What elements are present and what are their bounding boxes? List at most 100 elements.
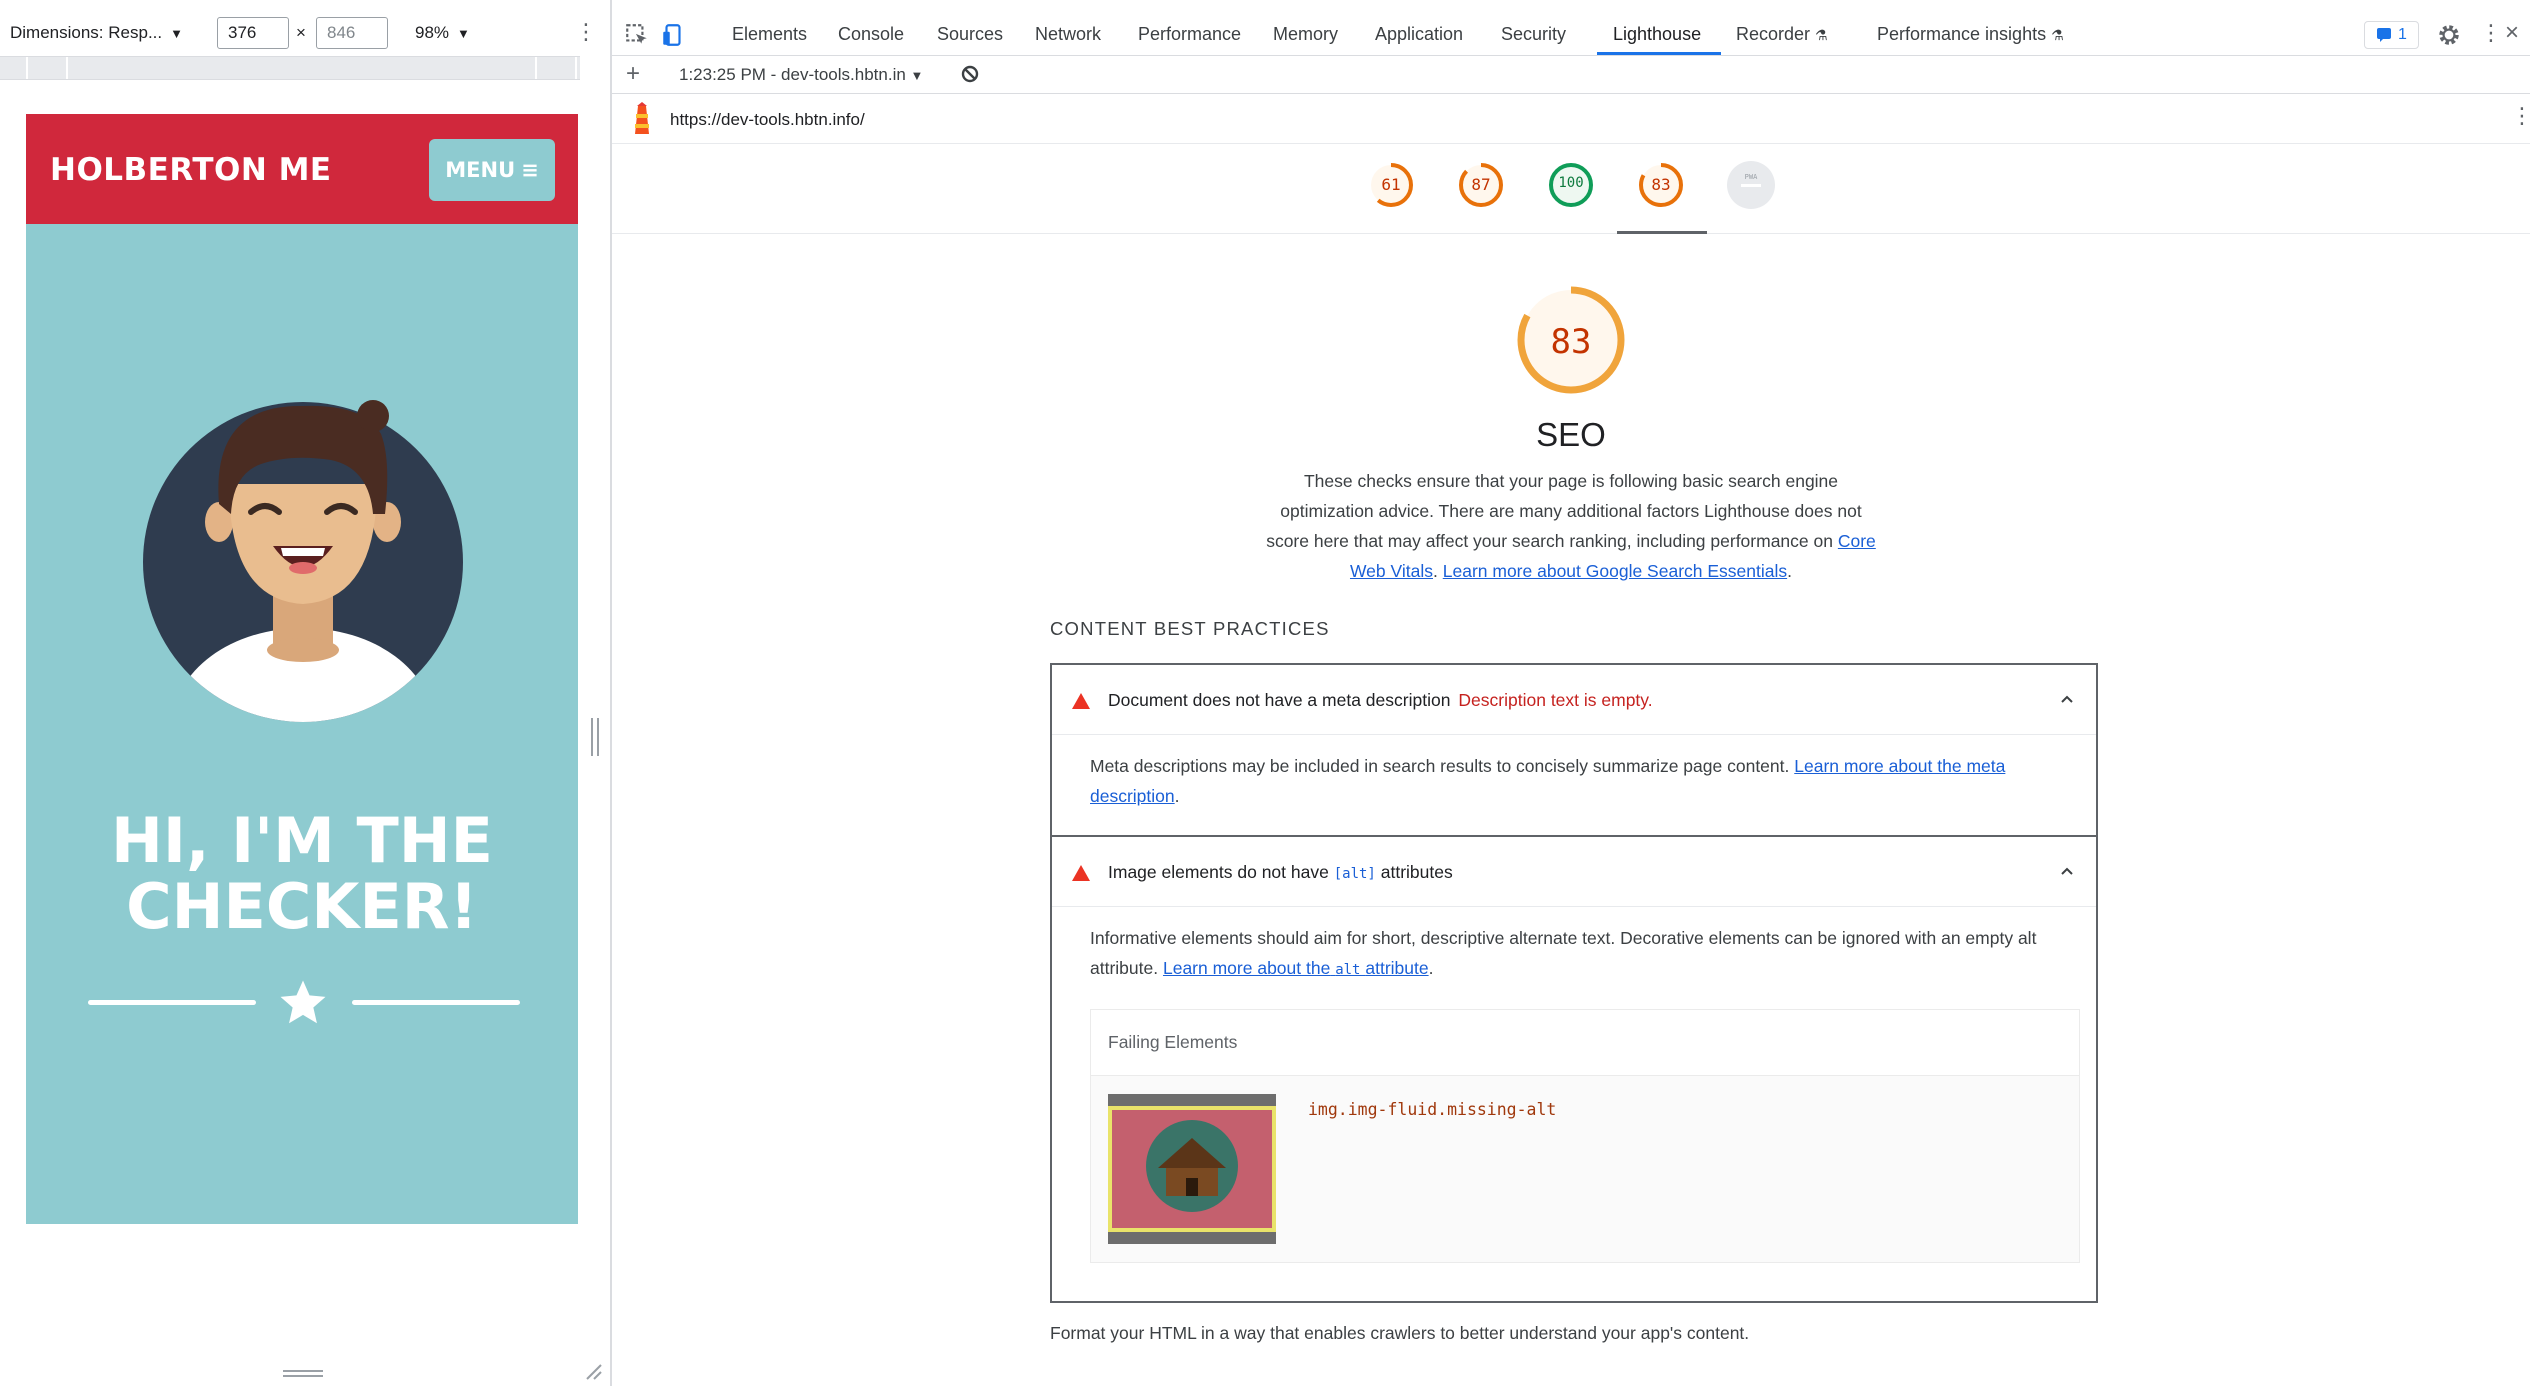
tab-lighthouse[interactable]: Lighthouse bbox=[1613, 24, 1701, 45]
audit-header[interactable]: Document does not have a meta descriptio… bbox=[1052, 665, 2096, 735]
gauge-best-practices[interactable]: 100 bbox=[1546, 160, 1596, 210]
active-tab-indicator bbox=[1597, 52, 1721, 55]
device-toolbar-toggle-icon[interactable] bbox=[660, 22, 686, 48]
report-select-label: 1:23:25 PM - dev-tools.hbtn.in bbox=[679, 65, 906, 84]
link-end: . bbox=[1174, 786, 1180, 806]
menu-button[interactable]: MENU ≡ bbox=[429, 139, 555, 201]
width-resize-handle[interactable] bbox=[591, 718, 599, 756]
seo-score: 83 bbox=[1550, 322, 1592, 362]
link-code: alt bbox=[1335, 962, 1361, 978]
ruler-segment[interactable] bbox=[66, 57, 68, 79]
site-logo[interactable]: HOLBERTON ME bbox=[50, 152, 332, 188]
audit-description: Informative elements should aim for shor… bbox=[1090, 923, 2080, 985]
fail-triangle-icon bbox=[1072, 693, 1090, 709]
gear-icon[interactable] bbox=[2436, 22, 2462, 48]
more-options-icon[interactable]: ⋮ bbox=[2480, 20, 2502, 46]
pwa-badge-icon bbox=[1727, 161, 1775, 209]
issues-icon bbox=[2377, 28, 2392, 42]
gauge-score: 100 bbox=[1558, 175, 1584, 191]
media-query-ruler[interactable] bbox=[0, 56, 580, 80]
hero-title-line-2: CHECKER! bbox=[126, 870, 478, 943]
ruler-segment[interactable] bbox=[575, 57, 577, 79]
divider-line bbox=[88, 1000, 256, 1005]
tab-performance-insights-label: Performance insights bbox=[1877, 24, 2047, 44]
search-essentials-link[interactable]: Learn more about Google Search Essential… bbox=[1443, 561, 1787, 581]
add-report-icon[interactable]: + bbox=[626, 60, 640, 88]
width-input[interactable] bbox=[217, 17, 289, 49]
chevron-up-icon[interactable] bbox=[2058, 691, 2076, 709]
tab-application[interactable]: Application bbox=[1375, 24, 1463, 45]
star-icon bbox=[280, 980, 326, 1024]
dropdown-caret-icon: ▼ bbox=[910, 68, 924, 83]
hero-title: HI, I'M THE CHECKER! bbox=[26, 808, 578, 940]
tab-security[interactable]: Security bbox=[1501, 24, 1566, 45]
lighthouse-report-bar: + 1:23:25 PM - dev-tools.hbtn.in ▼ bbox=[612, 56, 2530, 94]
avatar bbox=[143, 400, 463, 722]
zoom-select[interactable]: 98% ▼ bbox=[415, 23, 470, 43]
report-select[interactable]: 1:23:25 PM - dev-tools.hbtn.in ▼ bbox=[679, 65, 923, 85]
device-toolbar: Dimensions: Resp... ▼ × 98% ▼ ⋮ bbox=[0, 15, 610, 53]
active-gauge-indicator bbox=[1617, 231, 1707, 234]
audit-title-text: attributes bbox=[1380, 862, 1453, 882]
zoom-label: 98% bbox=[415, 23, 450, 42]
failing-element-thumbnail[interactable] bbox=[1108, 1094, 1276, 1244]
tab-elements[interactable]: Elements bbox=[732, 24, 807, 45]
audit-group-footer: Format your HTML in a way that enables c… bbox=[1050, 1323, 1750, 1343]
failing-elements-label: Failing Elements bbox=[1108, 1032, 1238, 1052]
link-text: attribute bbox=[1365, 958, 1429, 978]
learn-more-alt-link[interactable]: Learn more about the alt attribute bbox=[1163, 958, 1429, 978]
tab-console[interactable]: Console bbox=[838, 24, 904, 45]
tab-memory[interactable]: Memory bbox=[1273, 24, 1338, 45]
issues-badge[interactable]: 1 bbox=[2364, 21, 2419, 49]
dropdown-caret-icon: ▼ bbox=[170, 25, 183, 41]
dimension-separator: × bbox=[296, 23, 306, 42]
category-title: SEO bbox=[1536, 416, 1606, 453]
audit-title: Image elements do not have [alt] attribu… bbox=[1108, 862, 1453, 883]
chevron-up-icon[interactable] bbox=[2058, 863, 2076, 881]
failing-elements-header: Failing Elements bbox=[1091, 1010, 2079, 1076]
emulated-site-viewport: HOLBERTON ME MENU ≡ HI, I'M THE CHECKER! bbox=[26, 114, 578, 1358]
audit-header[interactable]: Image elements do not have [alt] attribu… bbox=[1052, 837, 2096, 907]
lighthouse-logo-icon bbox=[635, 102, 649, 134]
audit-title-text: Image elements do not have bbox=[1108, 862, 1329, 882]
report-options-icon[interactable]: ⋮ bbox=[2511, 103, 2530, 129]
dropdown-caret-icon: ▼ bbox=[457, 25, 470, 41]
link-separator: . bbox=[1433, 561, 1438, 581]
tab-performance-insights[interactable]: Performance insights ⚗ bbox=[1877, 24, 2064, 45]
divider-line bbox=[352, 1000, 520, 1005]
site-header: HOLBERTON ME MENU ≡ bbox=[26, 114, 578, 224]
devtools-panel: Elements Console Sources Network Perform… bbox=[612, 0, 2530, 1386]
gauge-score: PWA bbox=[1744, 173, 1758, 181]
gauge-performance[interactable]: 61 bbox=[1366, 160, 1416, 210]
audit-meta-description: Document does not have a meta descriptio… bbox=[1050, 663, 2098, 837]
gauge-score: 87 bbox=[1471, 175, 1491, 194]
close-icon[interactable]: × bbox=[2505, 19, 2519, 47]
failing-element-selector[interactable]: img.img-fluid.missing-alt bbox=[1308, 1100, 1556, 1119]
experiment-flask-icon: ⚗ bbox=[1815, 27, 1828, 43]
link-end: . bbox=[1787, 561, 1792, 581]
gauge-seo[interactable]: 83 bbox=[1636, 160, 1686, 210]
ruler-segment[interactable] bbox=[535, 57, 537, 79]
gauge-accessibility[interactable]: 87 bbox=[1456, 160, 1506, 210]
clear-icon[interactable] bbox=[960, 64, 980, 84]
fail-triangle-icon bbox=[1072, 865, 1090, 881]
tab-performance[interactable]: Performance bbox=[1138, 24, 1241, 45]
gauge-score: 61 bbox=[1381, 175, 1401, 194]
gauge-pwa[interactable]: PWA bbox=[1726, 160, 1776, 210]
hamburger-icon: ≡ bbox=[521, 158, 539, 182]
height-input[interactable] bbox=[316, 17, 388, 49]
more-options-icon[interactable]: ⋮ bbox=[575, 19, 597, 45]
category-description-text: These checks ensure that your page is fo… bbox=[1266, 471, 1862, 551]
height-resize-handle[interactable] bbox=[283, 1370, 323, 1377]
tab-network[interactable]: Network bbox=[1035, 24, 1101, 45]
dimensions-select[interactable]: Dimensions: Resp... ▼ bbox=[10, 23, 183, 43]
audit-group-title: CONTENT BEST PRACTICES bbox=[1050, 618, 1330, 639]
dimensions-label: Dimensions: Resp... bbox=[10, 23, 163, 42]
corner-resize-icon[interactable] bbox=[585, 1363, 603, 1381]
ruler-segment[interactable] bbox=[26, 57, 28, 79]
tab-sources[interactable]: Sources bbox=[937, 24, 1003, 45]
link-text: Learn more about the bbox=[1162, 958, 1331, 978]
inspect-element-icon[interactable] bbox=[624, 22, 650, 48]
audit-description: Meta descriptions may be included in sea… bbox=[1090, 751, 2080, 811]
tab-recorder[interactable]: Recorder ⚗ bbox=[1736, 24, 1828, 45]
